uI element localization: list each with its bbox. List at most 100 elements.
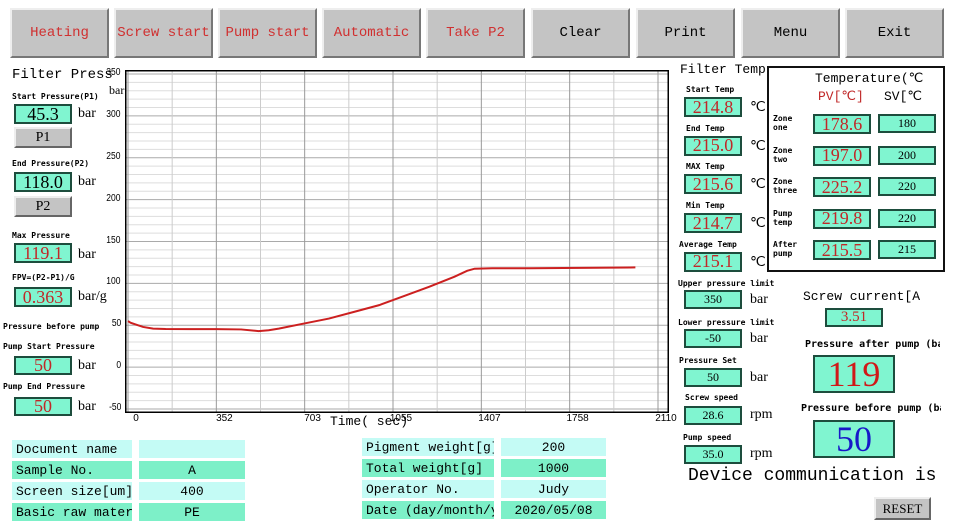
info-value[interactable]: 200 [501,438,606,456]
y-tick-label: 150 [106,234,121,246]
unit: rpm [750,407,773,422]
upper-limit-label: Upper pressure limit [678,279,775,288]
x-tick-label: 1758 [566,413,589,424]
info-label: Document name [12,440,132,458]
toolbar-button-pump-start[interactable]: Pump start [218,8,317,58]
unit: bar [750,370,768,385]
screw-current-value: 3.51 [825,308,883,327]
info-label: Sample No. [12,461,132,479]
unit: bar [750,331,768,346]
unit: bar [78,106,96,121]
screw-current-label: Screw current[A [803,289,921,304]
zone-pv-value: 215.5 [813,240,871,260]
zone-pv-value: 197.0 [813,145,871,166]
toolbar-button-exit[interactable]: Exit [845,8,944,58]
zone-pv-value: 219.8 [813,208,871,229]
filter-temp-value: 215.6 [684,174,742,195]
lower-limit-value[interactable]: -50 [684,329,742,348]
pressure-series-line [127,266,636,333]
y-tick-label: -50 [108,402,121,413]
end-pressure-label: End Pressure(P2) [12,159,90,168]
zone-sv-value[interactable]: 180 [878,114,936,133]
filter-temp-label: Average Temp [679,239,737,249]
pressure-chart [125,70,669,413]
toolbar-button-screw-start[interactable]: Screw start [114,8,213,58]
start-pressure-value: 45.3 [14,104,72,124]
start-pressure-label: Start Pressure(P1) [12,92,99,101]
y-tick-label: 200 [106,192,121,204]
zone-pv-value: 178.6 [813,114,871,134]
pump-end-pressure-value[interactable]: 50 [14,396,72,416]
pump-speed-label: Pump speed [683,433,732,442]
celsius-unit: ℃ [750,177,766,193]
info-value[interactable]: PE [139,503,245,521]
info-label: Screen size[um] [12,482,132,500]
info-value[interactable]: 2020/05/08 [501,501,606,519]
pressure-set-value[interactable]: 50 [684,368,742,387]
zone-sv-value[interactable]: 220 [878,208,936,228]
info-value[interactable]: 400 [139,482,245,500]
info-label: Basic raw mater: [12,503,132,521]
info-label: Date (day/month/y [362,501,494,519]
celsius-unit: ℃ [750,100,766,115]
info-value[interactable] [139,440,245,458]
unit: bar/g [78,289,107,304]
upper-limit-value[interactable]: 350 [684,290,742,309]
unit: bar [78,174,96,189]
y-tick-label: 350 [106,67,121,78]
y-axis-label: bar [109,83,125,97]
unit: rpm [750,446,773,461]
x-axis-label: Time( sec) [330,414,409,429]
lower-limit-label: Lower pressure limit [678,318,775,327]
toolbar-button-print[interactable]: Print [636,8,735,58]
pressure-before-pump-label: Pressure before pump (bar [801,403,941,414]
unit: bar [78,399,96,414]
pressure-set-label: Pressure Set [679,356,737,365]
info-value[interactable]: 1000 [501,459,606,477]
zone-label: two [773,154,788,164]
zone-label: Zone [773,177,793,186]
y-tick-label: 100 [106,276,121,288]
end-pressure-value: 118.0 [14,172,72,192]
fpv-label: FPV=(P2-P1)/G [12,273,75,282]
info-value[interactable]: A [139,461,245,479]
unit: bar [78,247,96,262]
x-tick-label: 2110 [655,413,677,424]
p2-button[interactable]: P2 [14,196,72,217]
toolbar-button-automatic[interactable]: Automatic [322,8,421,58]
zone-label: three [773,186,798,195]
y-tick-label: 300 [106,108,121,120]
toolbar-button-clear[interactable]: Clear [531,8,630,58]
filter-temp-label: Start Temp [686,85,735,94]
pump-start-pressure-value[interactable]: 50 [14,355,72,375]
zone-label: After [773,240,798,249]
pump-end-pressure-label: Pump End Pressure [3,382,85,391]
filter-temp-label: End Temp [686,123,725,133]
zone-label: Zone [773,145,793,155]
info-label: Total weight[g] [362,459,494,477]
zone-label: pump [773,249,793,258]
x-tick-label: 703 [304,413,321,424]
p1-button[interactable]: P1 [14,127,72,148]
screw-speed-label: Screw speed [685,393,738,402]
toolbar-button-menu[interactable]: Menu [741,8,840,58]
filter-temp-value: 214.7 [684,213,742,234]
filter-temp-value: 214.8 [684,97,742,117]
zone-label: one [773,123,788,132]
toolbar-button-take-p2[interactable]: Take P2 [426,8,525,58]
filter-temp-label: MAX Temp [686,162,725,172]
filter-temp-title: Filter Temp [680,62,766,77]
zone-sv-value[interactable]: 220 [878,177,936,196]
toolbar-button-heating[interactable]: Heating [10,8,109,58]
pressure-before-pump-value: 50 [813,419,895,459]
screw-speed-value: 28.6 [684,406,742,425]
zone-label: Zone [773,114,793,123]
zone-sv-value[interactable]: 215 [878,240,936,259]
x-tick-label: 352 [216,413,233,424]
reset-button[interactable]: RESET [874,497,931,520]
zone-label: temp [773,217,793,227]
pressure-before-pump-label: Pressure before pump [3,322,100,331]
zone-sv-value[interactable]: 200 [878,145,936,165]
info-label: Pigment weight[g] [362,438,494,456]
info-value[interactable]: Judy [501,480,606,498]
